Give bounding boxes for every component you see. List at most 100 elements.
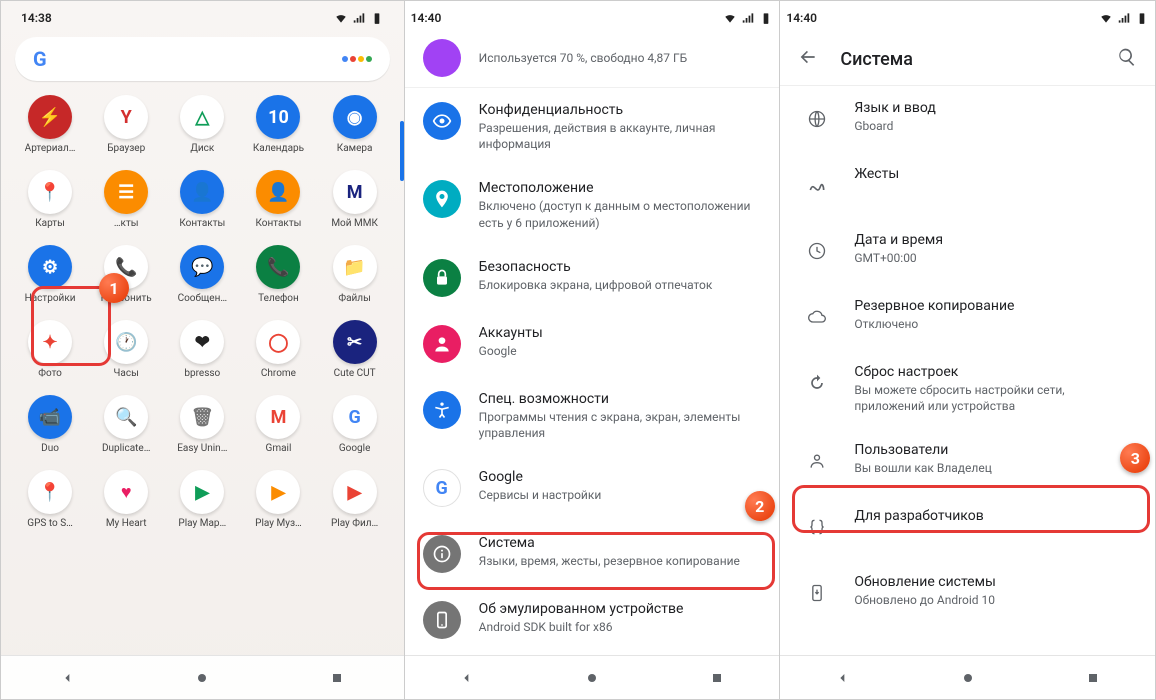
settings-row-безопасность[interactable]: БезопасностьБлокировка экрана, цифровой … — [405, 245, 780, 311]
nav-home-button[interactable] — [957, 667, 979, 689]
app-часы[interactable]: 🕐Часы — [91, 320, 161, 379]
settings-title: Обновление системы — [854, 574, 1137, 590]
app-bpresso[interactable]: ❤bpresso — [167, 320, 237, 379]
settings-row-google[interactable]: GGoogleСервисы и настройки — [405, 455, 780, 521]
app-icon: ▶ — [333, 470, 377, 514]
settings-subtitle: GMT+00:00 — [854, 250, 1137, 266]
app-icon: 💬 — [180, 245, 224, 289]
app-gmail[interactable]: MGmail — [243, 395, 313, 454]
settings-row-система[interactable]: СистемаЯзыки, время, жесты, резервное ко… — [405, 521, 780, 587]
settings-row-конфиденциальность[interactable]: КонфиденциальностьРазрешения, действия в… — [405, 88, 780, 166]
app-контакты[interactable]: 👤Контакты — [243, 170, 313, 229]
settings-row-дата-и-время[interactable]: Дата и времяGMT+00:00 — [780, 218, 1155, 284]
app--кты[interactable]: ☰…кты — [91, 170, 161, 229]
settings-row-резервное-копирование[interactable]: Резервное копированиеОтключено — [780, 284, 1155, 350]
app-карты[interactable]: 📍Карты — [15, 170, 85, 229]
app-chrome[interactable]: ◯Chrome — [243, 320, 313, 379]
app-артериал-[interactable]: ⚡Артериал… — [15, 95, 85, 154]
settings-subtitle: Сервисы и настройки — [479, 487, 762, 503]
app-icon: 📁 — [333, 245, 377, 289]
settings-title: Пользователи — [854, 442, 1137, 458]
app-my-heart[interactable]: ♥My Heart — [91, 470, 161, 529]
globe-icon — [798, 100, 836, 138]
app-icon: ⚡ — [28, 95, 72, 139]
settings-list: КонфиденциальностьРазрешения, действия в… — [405, 88, 780, 699]
app-play-мар-[interactable]: ▶Play Мар… — [167, 470, 237, 529]
app-duplicate-[interactable]: 🔍Duplicate… — [91, 395, 161, 454]
app-контакты[interactable]: 👤Контакты — [167, 170, 237, 229]
app-браузер[interactable]: Y Браузер — [91, 95, 161, 154]
app-позвонить[interactable]: 📞Позвонить — [91, 245, 161, 304]
app-диск[interactable]: △Диск — [167, 95, 237, 154]
settings-title: Для разработчиков — [854, 508, 1137, 524]
nav-back-button[interactable] — [57, 667, 79, 689]
app-play-муз-[interactable]: ▶Play Муз… — [243, 470, 313, 529]
status-icons — [723, 11, 773, 25]
settings-subtitle: Включено (доступ к данным о местоположен… — [479, 198, 762, 230]
settings-row-местоположение[interactable]: МестоположениеВключено (доступ к данным … — [405, 166, 780, 244]
nav-recents-button[interactable] — [706, 667, 728, 689]
app-label: Play Мар… — [178, 518, 226, 529]
app-play-фил-[interactable]: ▶Play Фил… — [320, 470, 390, 529]
settings-row-пользователи[interactable]: ПользователиВы вошли как Владелец — [780, 428, 1155, 494]
nav-back-button[interactable] — [832, 667, 854, 689]
settings-row-обновление-системы[interactable]: Обновление системыОбновлено до Android 1… — [780, 560, 1155, 626]
settings-subtitle: Google — [479, 343, 762, 359]
app-файлы[interactable]: 📁Файлы — [320, 245, 390, 304]
app-label: Контакты — [179, 218, 225, 229]
app-duo[interactable]: 📹Duo — [15, 395, 85, 454]
app-icon: 10 — [256, 95, 300, 139]
app-label: Календарь — [253, 143, 304, 154]
app-календарь[interactable]: 10 Календарь — [243, 95, 313, 154]
app-label: Позвонить — [101, 293, 152, 304]
battery-icon — [1135, 11, 1149, 25]
settings-row-сброс-настроек[interactable]: Сброс настроекВы можете сбросить настрой… — [780, 350, 1155, 428]
settings-row-жесты[interactable]: Жесты — [780, 152, 1155, 218]
app-icon: Y — [104, 95, 148, 139]
nav-home-button[interactable] — [191, 667, 213, 689]
app-icon: 📍 — [28, 470, 72, 514]
settings-row-для-разработчиков[interactable]: Для разработчиков — [780, 494, 1155, 560]
status-bar: 14:38 — [15, 1, 390, 31]
settings-row-спец-возможности[interactable]: Спец. возможностиПрограммы чтения с экра… — [405, 377, 780, 455]
nav-recents-button[interactable] — [326, 667, 348, 689]
app-label: Chrome — [261, 368, 296, 379]
app-cute-cut[interactable]: ✂Cute CUT — [320, 320, 390, 379]
app-label: Google — [339, 443, 371, 454]
settings-title: Сброс настроек — [854, 364, 1137, 380]
app-icon: G — [333, 395, 377, 439]
search-button[interactable] — [1117, 47, 1137, 71]
clock-icon — [798, 232, 836, 270]
settings-row-язык-и-ввод[interactable]: Язык и вводGboard — [780, 86, 1155, 152]
nav-recents-button[interactable] — [1082, 667, 1104, 689]
g-icon: G — [423, 469, 461, 507]
back-button[interactable] — [798, 47, 818, 71]
a11y-icon — [423, 391, 461, 429]
settings-subtitle: Отключено — [854, 316, 1137, 332]
eye-icon — [423, 102, 461, 140]
app-сообщен-[interactable]: 💬 Сообщен… — [167, 245, 237, 304]
nav-back-button[interactable] — [456, 667, 478, 689]
app-gps-to-s-[interactable]: 📍 GPS to S… — [15, 470, 85, 529]
app-телефон[interactable]: 📞Телефон — [243, 245, 313, 304]
app-label: Браузер — [107, 143, 145, 154]
settings-row-storage-peek[interactable]: Используется 70 %, свободно 4,87 ГБ — [405, 31, 780, 88]
app-icon: ▶ — [256, 470, 300, 514]
settings-subtitle: Языки, время, жесты, резервное копирован… — [479, 553, 762, 569]
nav-bar — [405, 655, 780, 699]
status-icons — [334, 11, 384, 25]
assistant-icon[interactable] — [342, 56, 372, 62]
settings-row-об-эмулированном-устройстве[interactable]: Об эмулированном устройствеAndroid SDK b… — [405, 587, 780, 653]
app-настройки[interactable]: ⚙Настройки — [15, 245, 85, 304]
app-label: GPS to S… — [27, 518, 73, 529]
app-мой-ммк[interactable]: MМой ММК — [320, 170, 390, 229]
search-pill[interactable]: G — [15, 37, 390, 81]
app-easy-unin-[interactable]: 🗑Easy Unin… — [167, 395, 237, 454]
app-фото[interactable]: ✦Фото — [15, 320, 85, 379]
update-icon — [798, 574, 836, 612]
nav-home-button[interactable] — [581, 667, 603, 689]
settings-row-аккаунты[interactable]: АккаунтыGoogle — [405, 311, 780, 377]
app-камера[interactable]: ◉Камера — [320, 95, 390, 154]
app-google[interactable]: G Google — [320, 395, 390, 454]
app-label: Сообщен… — [178, 293, 227, 304]
